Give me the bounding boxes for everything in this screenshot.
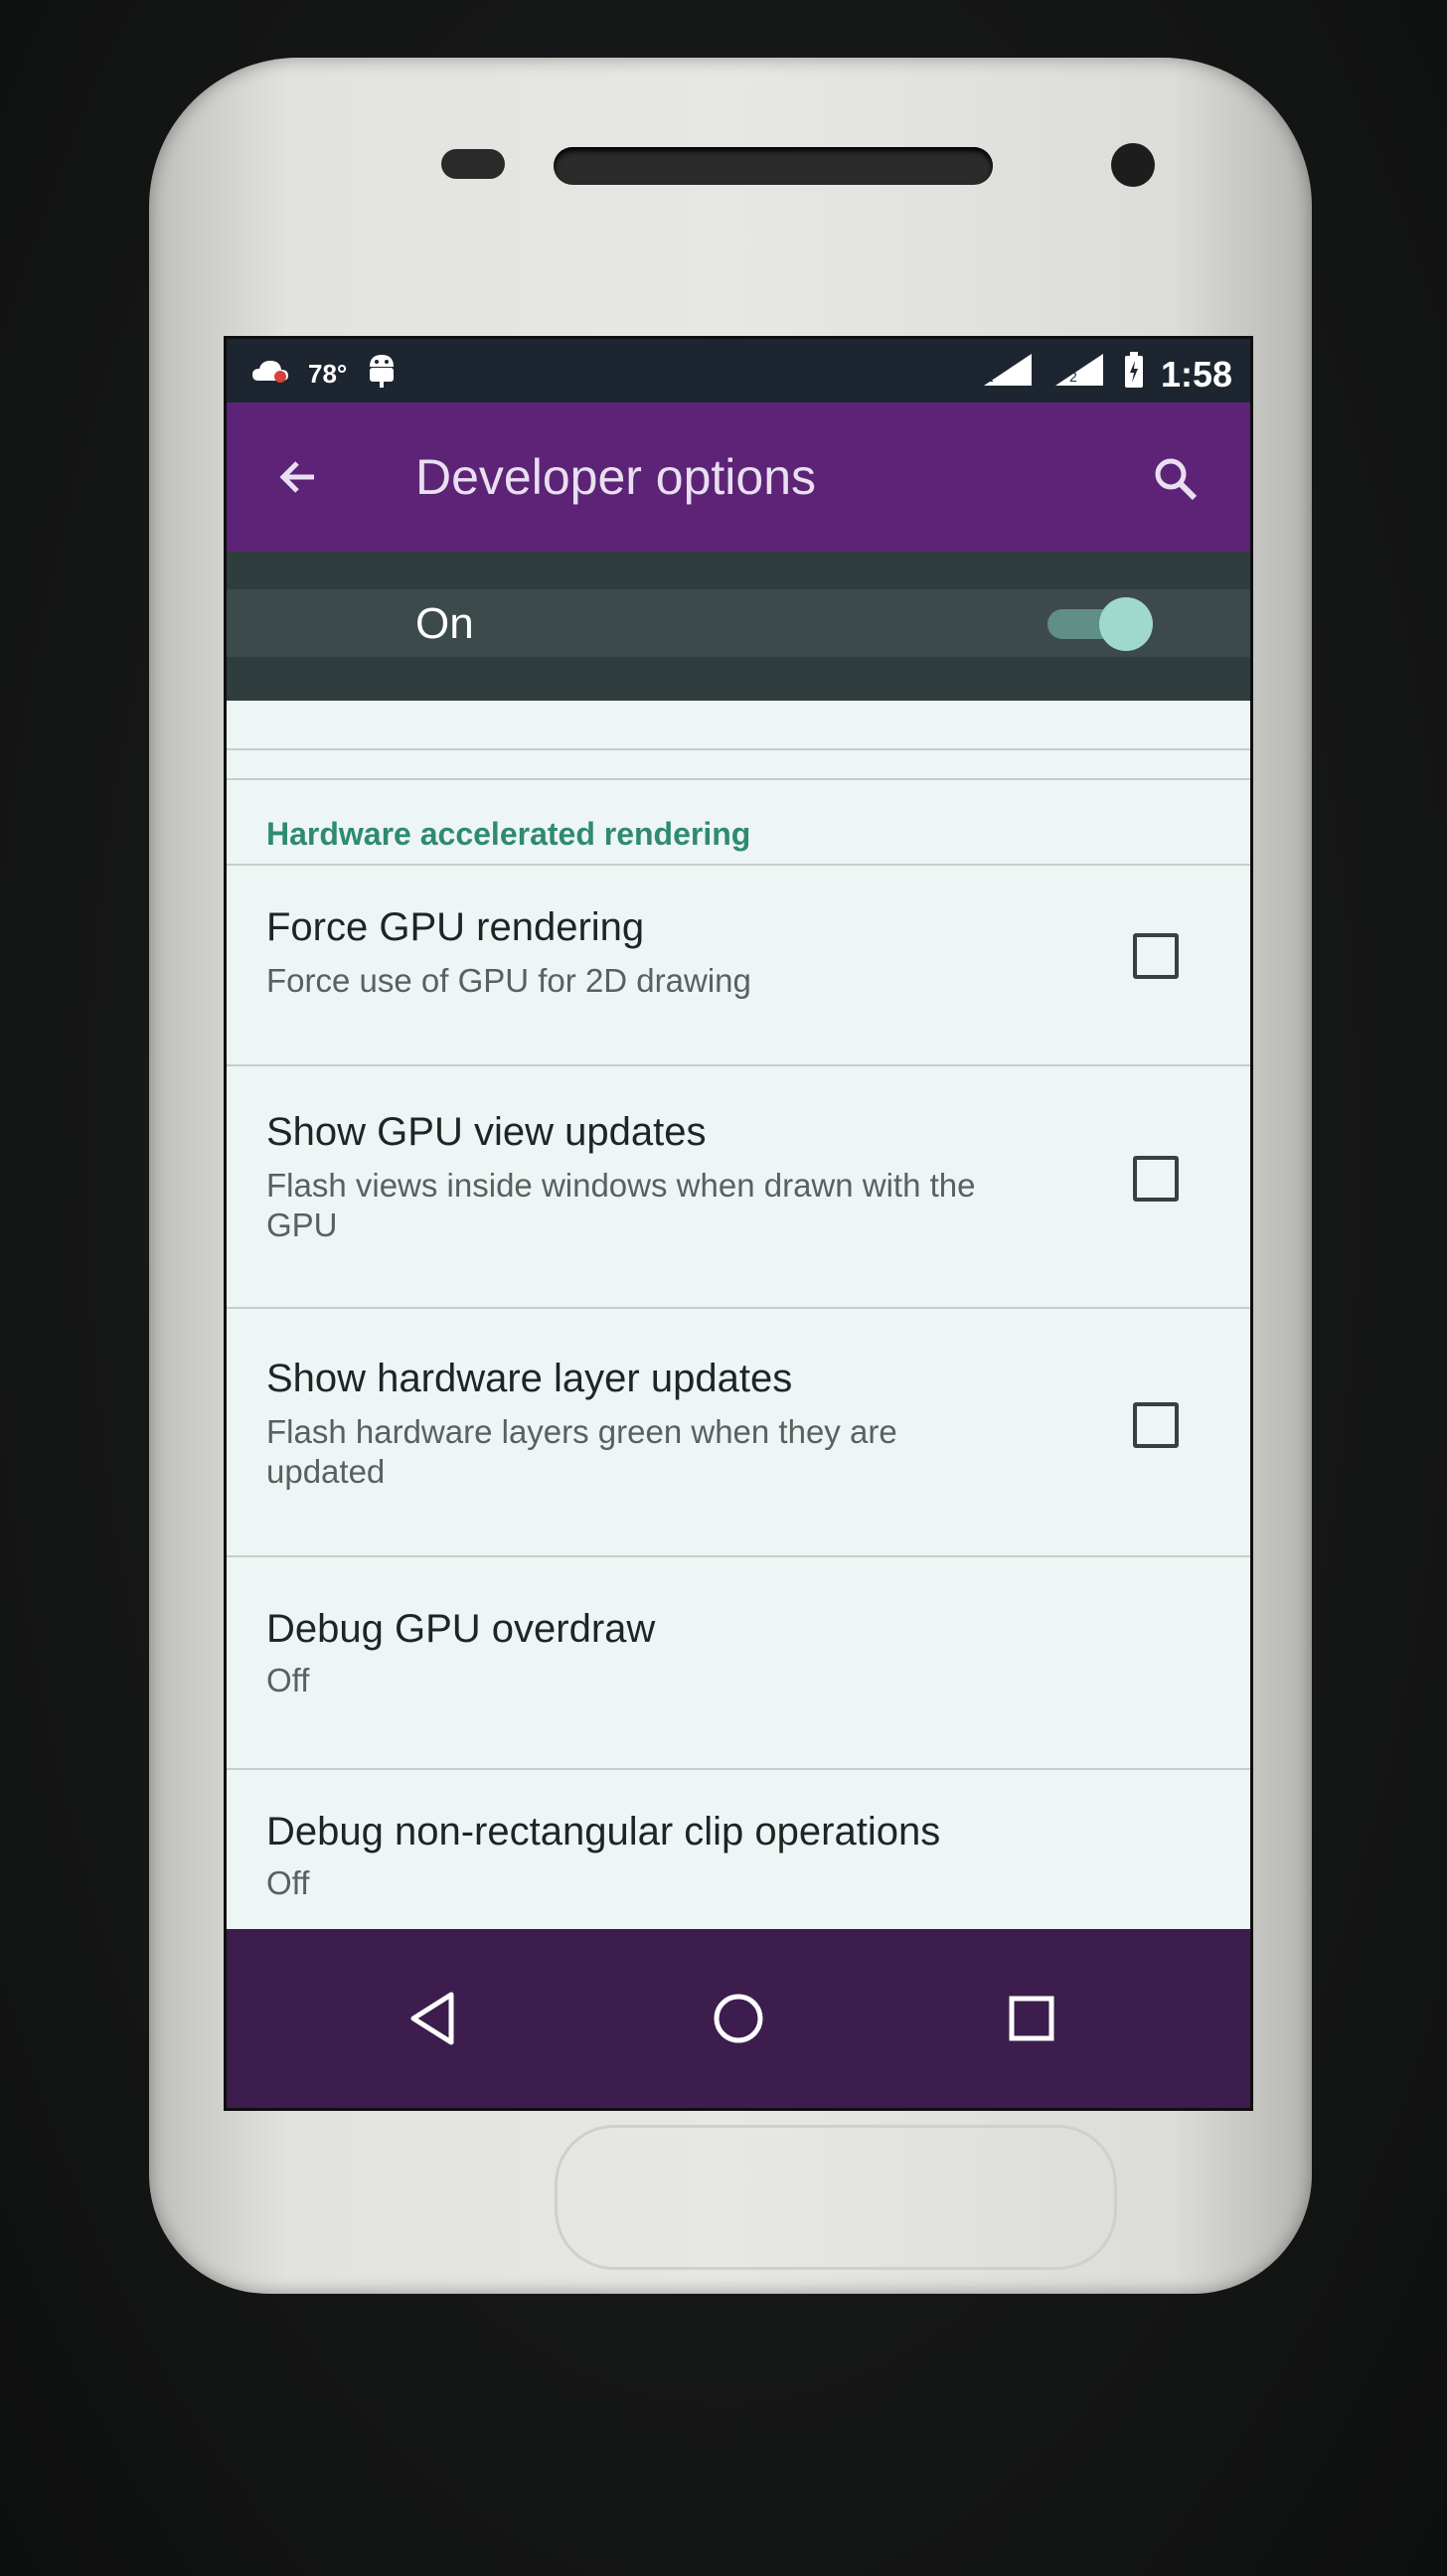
pref-summary: Off [266,1662,310,1698]
toggle-thumb [1099,597,1153,651]
pref-summary: Flash hardware layers green when they ar… [266,1413,897,1490]
pref-show-gpu-view-updates[interactable]: Show GPU view updates Flash views inside… [227,1066,1250,1305]
divider [227,778,1250,780]
pref-summary: Force use of GPU for 2D drawing [266,962,751,999]
pref-summary: Flash views inside windows when drawn wi… [266,1167,976,1243]
checkbox-show-hardware-layer-updates[interactable] [1133,1402,1179,1448]
pref-force-gpu-rendering[interactable]: Force GPU rendering Force use of GPU for… [227,866,1250,1064]
signal-icon: 2 [1051,352,1107,397]
battery-icon [1123,351,1145,398]
search-icon[interactable] [1141,444,1210,514]
back-icon[interactable] [396,1979,475,2058]
pref-title: Force GPU rendering [266,905,645,949]
sensor [441,149,505,179]
action-bar: Developer options [227,402,1250,552]
home-icon[interactable] [699,1979,778,2058]
page-title: Developer options [415,449,817,505]
cloud-icon [250,355,290,394]
master-switch-bar: On [227,552,1250,701]
arrow-left-icon[interactable] [264,442,334,512]
front-camera [1111,143,1155,187]
temperature: 78° [308,359,348,389]
settings-list: Hardware accelerated rendering Force GPU… [227,701,1250,1929]
checkbox-force-gpu-rendering[interactable] [1133,933,1179,979]
master-toggle[interactable] [1042,597,1153,651]
recents-icon[interactable] [992,1979,1071,2058]
pref-summary: Off [266,1864,310,1901]
android-debug-icon [365,351,399,398]
pref-title: Debug GPU overdraw [266,1607,656,1651]
clock: 1:58 [1160,353,1232,395]
svg-text:2: 2 [1069,369,1077,385]
pref-title: Show hardware layer updates [266,1357,793,1400]
checkbox-show-gpu-view-updates[interactable] [1133,1156,1179,1202]
master-switch-label: On [415,599,474,648]
pref-debug-non-rectangular-clip[interactable]: Debug non-rectangular clip operations Of… [227,1770,1250,1929]
status-bar: 78° 1 2 1:58 [227,339,1250,402]
pref-show-hardware-layer-updates[interactable]: Show hardware layer updates Flash hardwa… [227,1309,1250,1553]
earpiece-speaker [554,147,993,185]
signal-icon: 1 [980,352,1036,397]
bottom-speaker-grille [555,2125,1117,2270]
pref-title: Debug non-rectangular clip operations [266,1810,941,1853]
section-header: Hardware accelerated rendering [266,816,751,852]
pref-title: Show GPU view updates [266,1110,707,1154]
divider [227,748,1250,750]
pref-debug-gpu-overdraw[interactable]: Debug GPU overdraw Off [227,1557,1250,1766]
navigation-bar [227,1929,1250,2108]
phone-screen: 78° 1 2 1:58 Developer options On Hardwa… [224,336,1253,2111]
svg-text:1: 1 [986,369,994,385]
